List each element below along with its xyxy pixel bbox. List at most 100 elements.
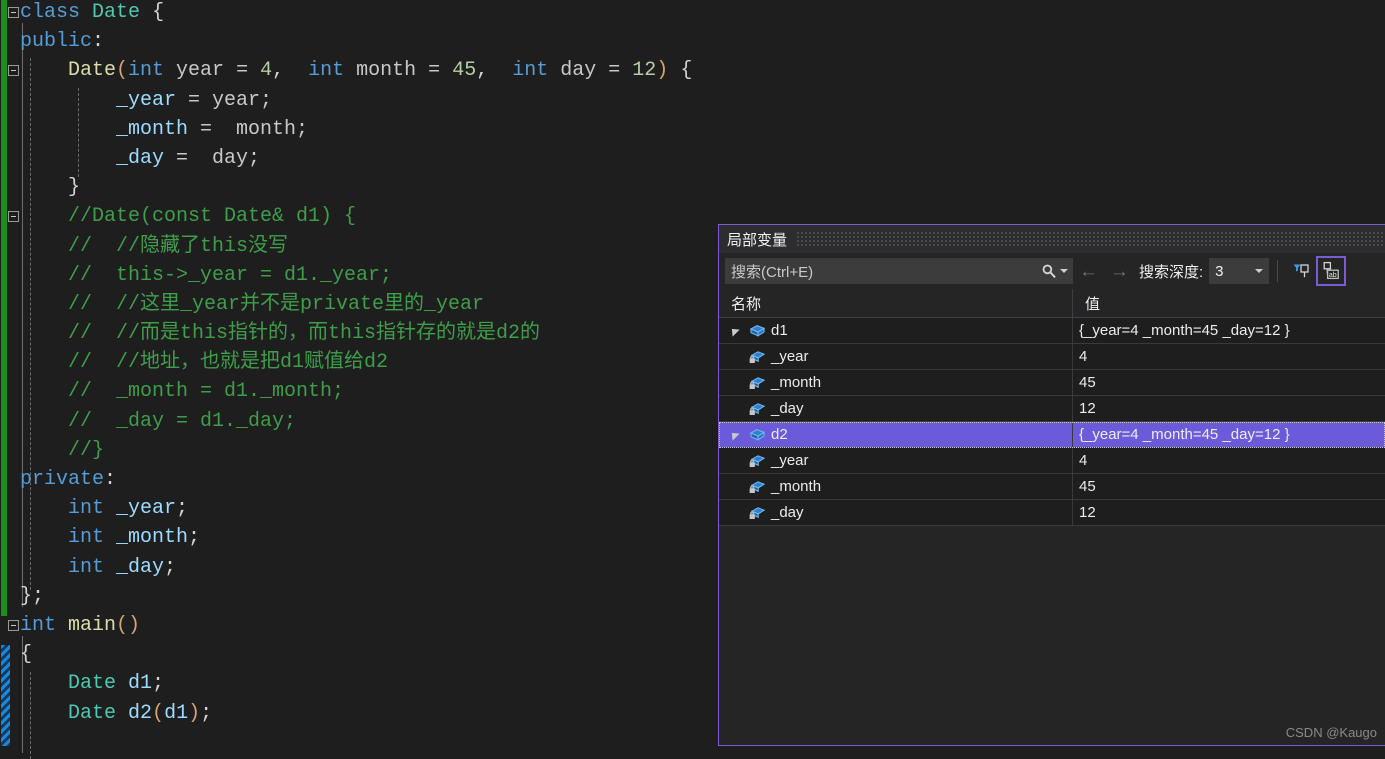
code-token: int: [68, 555, 105, 579]
code-line[interactable]: // //而是this指针的，而this指针存的就是d2的: [0, 319, 720, 348]
variable-value[interactable]: {_year=4 _month=45 _day=12 }: [1073, 422, 1385, 447]
code-line[interactable]: // _month = d1._month;: [0, 377, 720, 406]
variable-value[interactable]: 45: [1073, 474, 1385, 499]
code-line[interactable]: // //隐藏了this没写: [0, 232, 720, 261]
code-line[interactable]: int _month;: [0, 523, 720, 552]
code-token: // //地址，也就是把d1赋值给d2: [68, 351, 389, 375]
code-line[interactable]: class Date {: [0, 0, 720, 27]
code-line[interactable]: public:: [0, 27, 720, 56]
search-icon[interactable]: [1041, 263, 1057, 279]
chevron-down-icon[interactable]: [1255, 269, 1264, 273]
code-line[interactable]: _day = day;: [0, 144, 720, 173]
code-line[interactable]: int main(): [0, 611, 720, 640]
cell-name[interactable]: _day: [719, 396, 1073, 421]
variable-value[interactable]: {_year=4 _month=45 _day=12 }: [1073, 318, 1385, 343]
code-line[interactable]: }: [0, 173, 720, 202]
code-line[interactable]: Date d2(d1);: [0, 699, 720, 728]
cell-name[interactable]: _year: [719, 344, 1073, 369]
table-row[interactable]: _month 45: [719, 474, 1385, 500]
pin-ab-icon[interactable]: ab: [1316, 256, 1347, 286]
column-header-value[interactable]: 值: [1073, 289, 1385, 317]
code-token: int: [20, 613, 57, 637]
code-line[interactable]: };: [0, 582, 720, 611]
code-token: :: [92, 30, 105, 54]
code-line[interactable]: private:: [0, 465, 720, 494]
cell-name[interactable]: d1: [719, 318, 1073, 343]
table-row[interactable]: _month 45: [719, 370, 1385, 396]
code-line[interactable]: Date d1;: [0, 669, 720, 698]
cell-name[interactable]: _year: [719, 448, 1073, 473]
code-line[interactable]: //Date(const Date& d1) {: [0, 202, 720, 231]
code-text[interactable]: class Date {public: Date(int year = 4, in…: [0, 0, 720, 728]
variable-name: _year: [771, 452, 809, 469]
arrow-left-icon[interactable]: ←: [1073, 262, 1104, 281]
search-options-caret-icon[interactable]: [1060, 269, 1068, 273]
locals-toolbar[interactable]: 搜索(Ctrl+E) ← → 搜索深度: 3 ab: [719, 253, 1385, 289]
cell-name[interactable]: _month: [719, 370, 1073, 395]
column-header-name[interactable]: 名称: [719, 289, 1073, 317]
cell-name[interactable]: _month: [719, 474, 1073, 499]
table-row[interactable]: d1 {_year=4 _month=45 _day=12 }: [719, 318, 1385, 344]
cell-name[interactable]: _day: [719, 500, 1073, 525]
code-token: =: [608, 59, 621, 83]
code-line[interactable]: _month = month;: [0, 115, 720, 144]
code-token: _month: [116, 526, 189, 550]
search-box[interactable]: 搜索(Ctrl+E): [725, 258, 1073, 284]
search-depth-dropdown[interactable]: 3: [1209, 258, 1270, 284]
table-row[interactable]: _day 12: [719, 500, 1385, 526]
expander-triangle-icon[interactable]: [723, 324, 745, 337]
code-line[interactable]: _year = year;: [0, 86, 720, 115]
code-token: // this->_year = d1._year;: [68, 263, 393, 287]
variable-value[interactable]: 12: [1073, 396, 1385, 421]
code-token: //Date(const Date& d1) {: [68, 205, 357, 229]
arrow-right-icon[interactable]: →: [1104, 262, 1135, 281]
variable-value[interactable]: 12: [1073, 500, 1385, 525]
expander-triangle-icon[interactable]: [723, 428, 745, 441]
code-line[interactable]: int _year;: [0, 494, 720, 523]
field-lock-icon: [745, 349, 769, 365]
table-row[interactable]: _year 4: [719, 448, 1385, 474]
variable-name: _month: [771, 478, 822, 495]
code-token: day: [548, 59, 609, 83]
code-line[interactable]: // _day = d1._day;: [0, 407, 720, 436]
locals-grid-body[interactable]: d1 {_year=4 _month=45 _day=12 } _year 4 _mon…: [719, 318, 1385, 526]
code-line[interactable]: // //地址，也就是把d1赋值给d2: [0, 348, 720, 377]
code-line[interactable]: {: [0, 640, 720, 669]
locals-titlebar[interactable]: 局部变量: [719, 225, 1385, 253]
code-line[interactable]: //}: [0, 436, 720, 465]
code-line[interactable]: // //这里_year并不是private里的_year: [0, 290, 720, 319]
code-token: Date: [68, 672, 117, 696]
field-lock-icon: [745, 375, 769, 391]
variable-name: _month: [771, 374, 822, 391]
table-row[interactable]: d2 {_year=4 _month=45 _day=12 }: [719, 422, 1385, 448]
table-row[interactable]: _year 4: [719, 344, 1385, 370]
cell-name[interactable]: d2: [719, 422, 1073, 447]
titlebar-drag-handle[interactable]: [797, 232, 1385, 246]
code-token: 12: [632, 59, 657, 83]
code-token: =: [236, 59, 249, 83]
search-input[interactable]: 搜索(Ctrl+E): [726, 261, 1041, 282]
variable-value[interactable]: 4: [1073, 344, 1385, 369]
code-token: _year: [116, 497, 177, 521]
search-icon-group[interactable]: [1041, 263, 1072, 279]
code-token: _year: [116, 88, 177, 112]
code-line[interactable]: int _day;: [0, 553, 720, 582]
locals-window[interactable]: 局部变量 搜索(Ctrl+E) ← → 搜索深度: 3 ab 名称 值 d1 {…: [718, 224, 1385, 746]
code-token: =: [176, 146, 189, 170]
code-token: int: [512, 59, 549, 83]
code-line[interactable]: // this->_year = d1._year;: [0, 261, 720, 290]
code-token: year;: [200, 88, 273, 112]
pin-filter-icon[interactable]: [1286, 256, 1316, 286]
variable-value[interactable]: 4: [1073, 448, 1385, 473]
variable-value[interactable]: 45: [1073, 370, 1385, 395]
code-token: ,: [272, 59, 309, 83]
code-token: ;: [176, 497, 189, 521]
code-token: {: [20, 643, 33, 667]
table-row[interactable]: _day 12: [719, 396, 1385, 422]
code-line[interactable]: Date(int year = 4, int month = 45, int d…: [0, 56, 720, 85]
variable-name: _day: [771, 504, 804, 521]
